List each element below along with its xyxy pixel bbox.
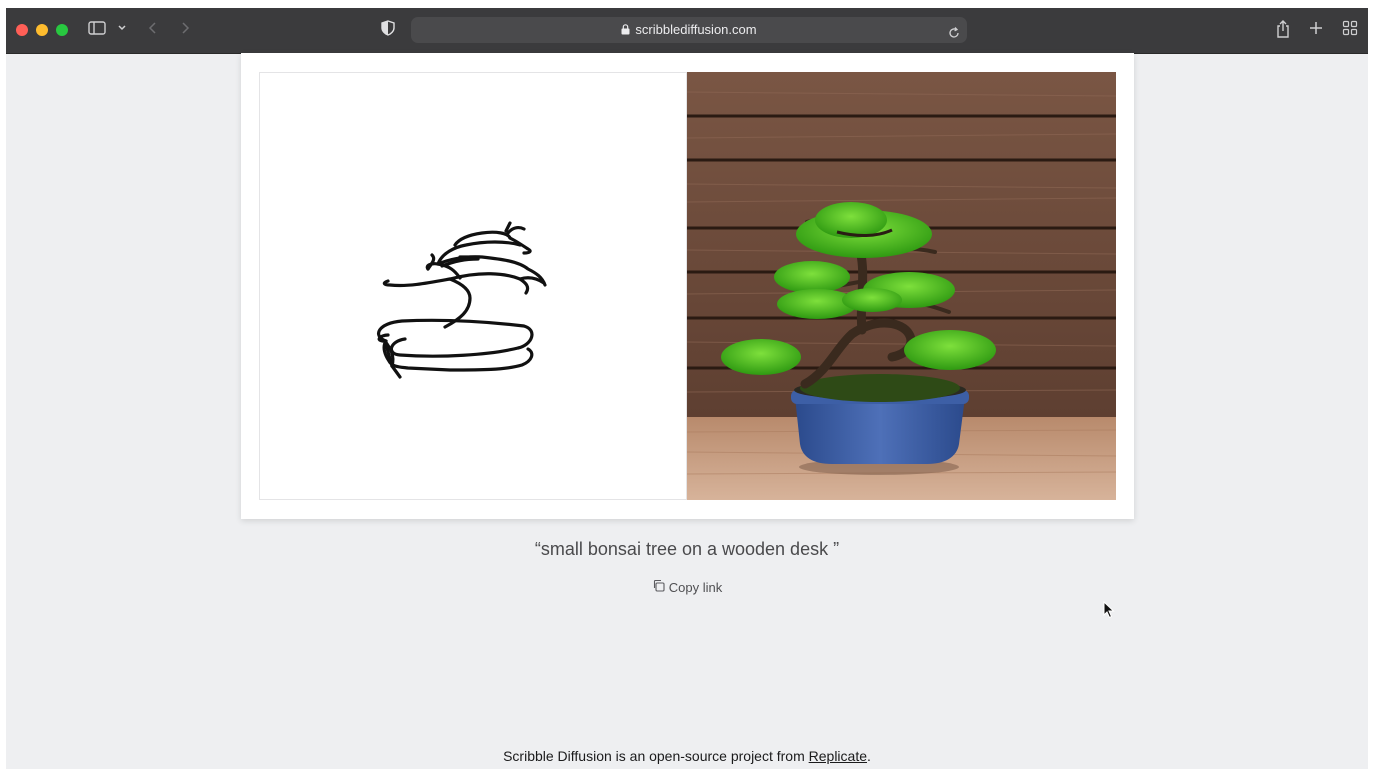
browser-window: scribblediffusion.com “small bonsai tree… bbox=[6, 8, 1368, 769]
scribble-image bbox=[259, 72, 687, 500]
replicate-link[interactable]: Replicate bbox=[809, 748, 867, 764]
address-bar[interactable]: scribblediffusion.com bbox=[411, 17, 967, 43]
footer-text: Scribble Diffusion is an open-source pro… bbox=[503, 748, 809, 764]
url-text: scribblediffusion.com bbox=[635, 22, 757, 37]
copy-link-label: Copy link bbox=[668, 579, 723, 595]
share-icon[interactable] bbox=[1275, 19, 1291, 39]
close-window-button[interactable] bbox=[16, 24, 28, 36]
generated-image bbox=[687, 72, 1116, 500]
copy-link-button[interactable]: Copy link bbox=[652, 579, 722, 595]
reload-icon[interactable] bbox=[947, 23, 961, 49]
copy-icon bbox=[652, 579, 665, 595]
tab-overview-icon[interactable] bbox=[1342, 20, 1358, 36]
minimize-window-button[interactable] bbox=[36, 24, 48, 36]
copy-link-row: Copy link bbox=[6, 579, 1368, 595]
forward-icon[interactable] bbox=[179, 20, 191, 36]
shield-icon[interactable] bbox=[381, 20, 395, 36]
zoom-window-button[interactable] bbox=[56, 24, 68, 36]
footer-period: . bbox=[867, 748, 871, 764]
prompt-text: “small bonsai tree on a wooden desk ” bbox=[534, 539, 840, 559]
result-card bbox=[241, 53, 1134, 519]
footer: Scribble Diffusion is an open-source pro… bbox=[6, 748, 1368, 764]
back-icon[interactable] bbox=[147, 20, 159, 36]
mouse-cursor-icon bbox=[1103, 600, 1115, 624]
lock-icon bbox=[621, 18, 630, 44]
new-tab-icon[interactable] bbox=[1308, 20, 1324, 36]
sidebar-icon[interactable] bbox=[88, 20, 106, 36]
browser-toolbar: scribblediffusion.com bbox=[6, 8, 1368, 54]
chevron-down-icon[interactable] bbox=[117, 20, 127, 36]
